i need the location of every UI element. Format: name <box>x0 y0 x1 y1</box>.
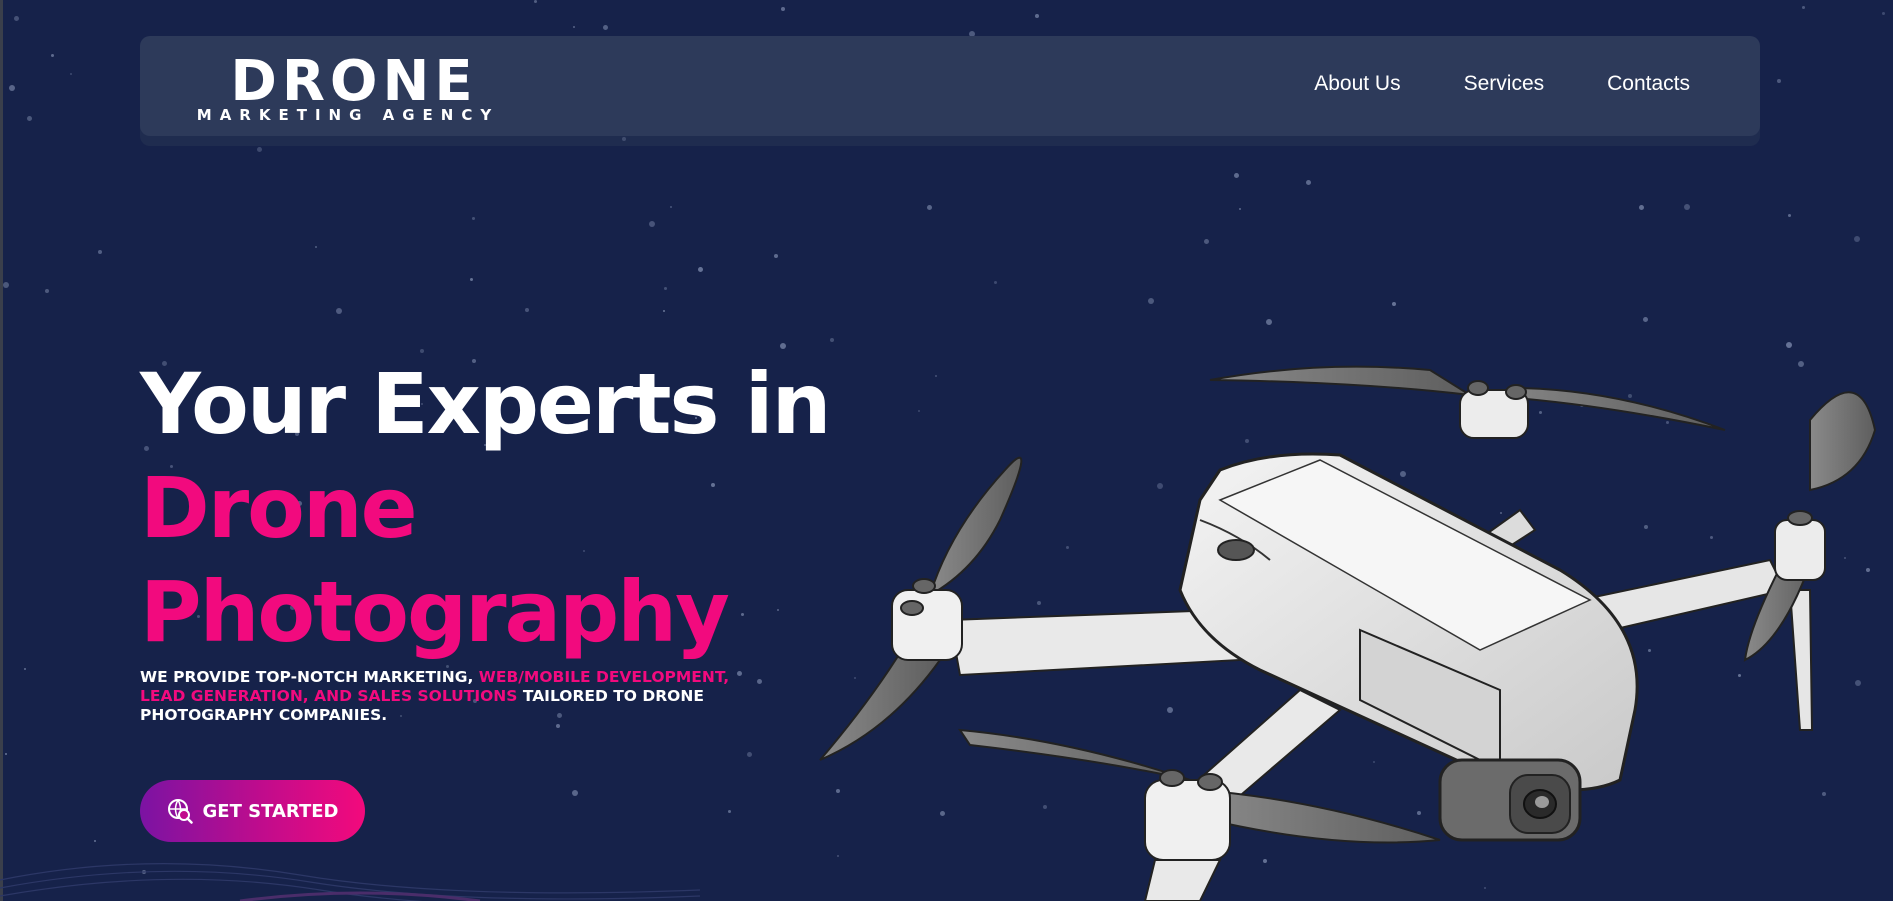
star-dot <box>1643 317 1648 322</box>
brand-logo[interactable]: DRONE MARKETING AGENCY <box>178 54 518 125</box>
star-dot <box>1306 180 1311 185</box>
star-dot <box>5 753 7 755</box>
star-dot <box>336 308 342 314</box>
star-dot <box>830 338 834 342</box>
star-dot <box>9 85 15 91</box>
star-dot <box>1148 298 1154 304</box>
star-dot <box>572 790 578 796</box>
star-dot <box>1639 205 1644 210</box>
main-nav: About Us Services Contacts <box>1314 72 1690 96</box>
star-dot <box>3 282 9 288</box>
star-dot <box>257 147 262 152</box>
star-dot <box>1266 319 1272 325</box>
star-dot <box>994 281 997 284</box>
star-dot <box>1854 236 1860 242</box>
star-dot <box>1392 302 1396 306</box>
star-dot <box>525 308 529 312</box>
star-dot <box>603 25 608 30</box>
star-dot <box>1788 214 1791 217</box>
hero-heading-line-1: Your Experts in <box>140 355 831 454</box>
star-dot <box>622 137 626 141</box>
star-dot <box>664 287 667 290</box>
star-dot <box>774 254 778 258</box>
star-dot <box>670 206 672 208</box>
drone-illustration <box>819 365 1877 901</box>
star-dot <box>1777 79 1781 83</box>
star-dot <box>747 752 752 757</box>
star-dot <box>70 73 72 75</box>
star-dot <box>728 810 731 813</box>
star-dot <box>698 267 703 272</box>
drone-camera <box>1438 758 1582 842</box>
star-dot <box>1239 208 1241 210</box>
star-dot <box>649 221 655 227</box>
globe-search-icon <box>167 799 193 824</box>
star-dot <box>24 668 26 670</box>
decorative-wave-lines <box>0 863 700 901</box>
star-dot <box>1684 204 1690 210</box>
star-dot <box>927 205 932 210</box>
get-started-button[interactable]: GET STARTED <box>140 780 365 842</box>
nav-link-contacts[interactable]: Contacts <box>1607 72 1690 96</box>
star-dot <box>757 679 762 684</box>
star-dot <box>472 217 475 220</box>
star-dot <box>1882 12 1885 15</box>
star-dot <box>315 246 317 248</box>
star-dot <box>14 16 19 21</box>
left-arm <box>819 456 1242 761</box>
star-dot <box>98 250 102 254</box>
star-dot <box>1786 342 1792 348</box>
front-arm <box>958 688 1441 901</box>
hero-description: WE PROVIDE TOP-NOTCH MARKETING, WEB/MOBI… <box>140 668 740 725</box>
star-dot <box>51 54 54 57</box>
star-dot <box>1234 173 1239 178</box>
star-dot <box>781 7 785 11</box>
logo-tagline: MARKETING AGENCY <box>196 106 500 124</box>
star-dot <box>663 310 665 312</box>
star-dot <box>27 116 32 121</box>
hero-heading-line-2: Drone <box>140 459 418 558</box>
get-started-label: GET STARTED <box>202 800 339 822</box>
star-dot <box>780 343 786 349</box>
page: DRONE MARKETING AGENCY About Us Services… <box>0 0 1893 901</box>
star-dot <box>1035 14 1039 18</box>
nav-link-services[interactable]: Services <box>1464 72 1545 96</box>
nav-link-about-us[interactable]: About Us <box>1314 72 1400 96</box>
star-dot <box>534 0 537 3</box>
hero-heading-line-3: Photography <box>140 563 730 662</box>
top-navbar: DRONE MARKETING AGENCY About Us Services… <box>140 36 1760 136</box>
star-dot <box>470 278 473 281</box>
logo-wordmark: DRONE <box>230 49 478 114</box>
hero-description-part-1: WE PROVIDE TOP-NOTCH MARKETING, <box>140 667 479 686</box>
star-dot <box>1204 239 1209 244</box>
star-dot <box>45 289 49 293</box>
star-dot <box>1802 6 1805 9</box>
star-dot <box>556 724 560 728</box>
hero-heading: Your Experts in Drone Photography <box>140 352 860 664</box>
star-dot <box>573 26 575 28</box>
